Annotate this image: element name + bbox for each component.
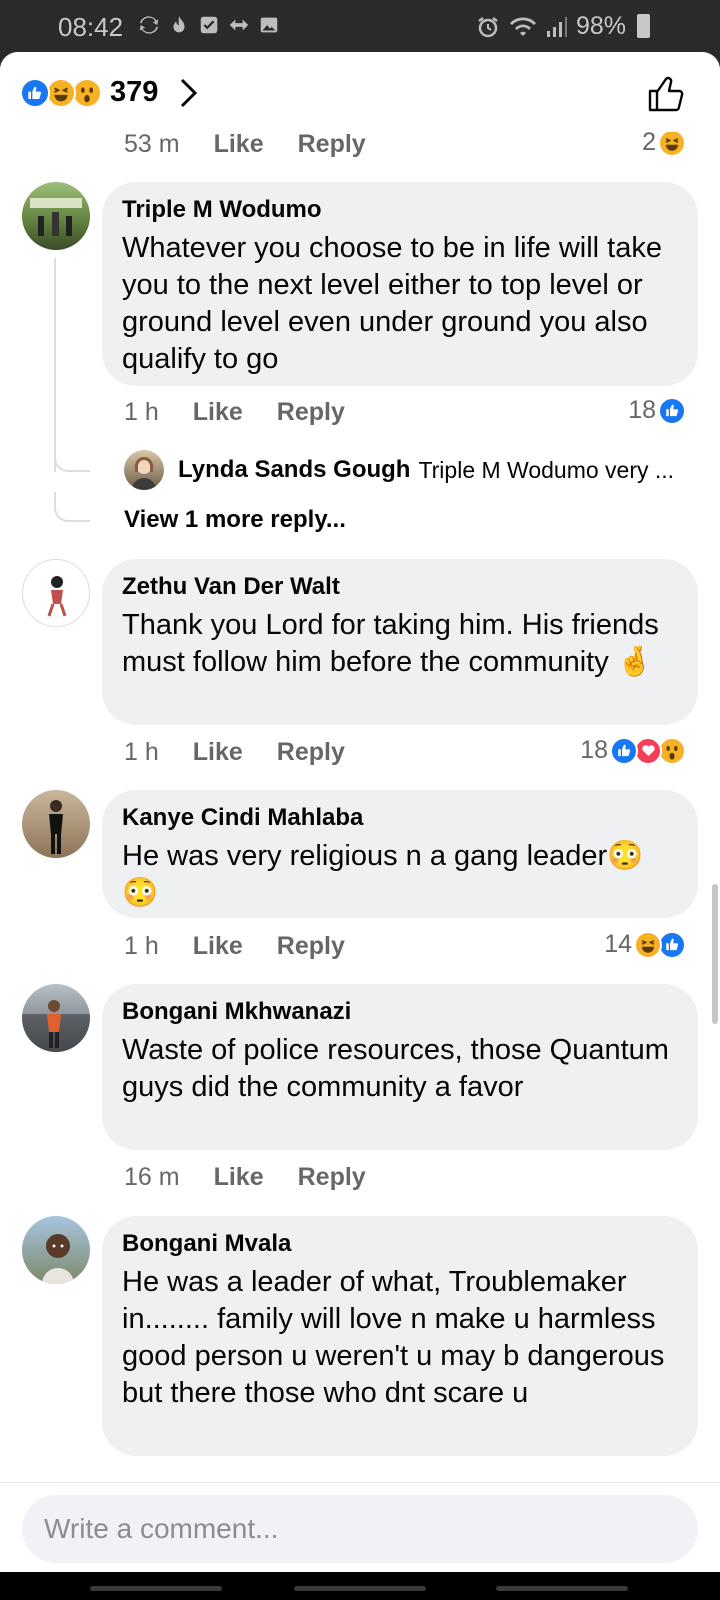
reaction-count[interactable]: 379 (110, 76, 158, 109)
haha-reaction-icon (634, 930, 662, 959)
avatar[interactable] (22, 182, 90, 250)
comment-actions: 1 h Like Reply (124, 932, 379, 961)
comment-bubble: Zethu Van Der Walt Thank you Lord for ta… (102, 559, 698, 725)
like-button[interactable]: Like (214, 130, 264, 159)
scrollbar[interactable] (712, 884, 718, 1024)
wifi-icon (509, 16, 536, 36)
fire-icon (173, 15, 185, 33)
reply-button[interactable]: Reply (277, 398, 345, 427)
comment-time: 16 m (124, 1163, 180, 1191)
haha-reaction-icon (658, 128, 686, 157)
comment-reactions[interactable]: 18 (580, 736, 686, 765)
like-button[interactable]: Like (193, 398, 243, 427)
reply-button[interactable]: Reply (277, 932, 345, 961)
image-icon (260, 17, 278, 33)
comment-composer-bar (0, 1482, 720, 1572)
comment-text: He was very religious n a gang leader😳 😳 (122, 840, 644, 909)
reply-text: Triple M Wodumo very ... (418, 456, 675, 483)
alarm-icon (478, 16, 498, 37)
reaction-summary[interactable] (20, 78, 102, 108)
comments-sheet: 379 53 m Like Reply 2 Triple M Wodumo Wh… (0, 52, 720, 1572)
nav-recents[interactable] (90, 1586, 222, 1591)
love-reaction-icon (634, 736, 662, 765)
comment-composer[interactable] (22, 1495, 698, 1563)
comment-text: He was a leader of what, Troublemaker in… (122, 1266, 665, 1409)
comment-author[interactable]: Bongani Mvala (122, 1230, 678, 1258)
comment-actions: 53 m Like Reply (124, 130, 400, 159)
status-time: 08:42 (58, 12, 124, 42)
comment-text: Whatever you choose to be in life will t… (122, 232, 662, 375)
comment-input[interactable] (22, 1495, 698, 1563)
haha-reaction-icon (46, 78, 76, 108)
comment-actions: 1 h Like Reply (124, 738, 379, 767)
comment-author[interactable]: Zethu Van Der Walt (122, 573, 678, 601)
wow-reaction-icon (658, 736, 686, 765)
comment-author[interactable]: Triple M Wodumo (122, 196, 678, 224)
reaction-count: 14 (604, 930, 632, 958)
thread-line (54, 258, 56, 472)
nav-back[interactable] (496, 1586, 628, 1591)
reaction-count: 18 (580, 736, 608, 764)
comment-bubble: Triple M Wodumo Whatever you choose to b… (102, 182, 698, 386)
comment-author[interactable]: Kanye Cindi Mahlaba (122, 804, 678, 832)
avatar[interactable] (22, 790, 90, 858)
view-more-replies-link[interactable]: View 1 more reply... (124, 506, 346, 534)
like-reaction-icon (658, 396, 686, 425)
wow-reaction-icon (72, 78, 102, 108)
comment-time: 53 m (124, 130, 180, 158)
reply-button[interactable]: Reply (298, 130, 366, 159)
comment-actions: 16 m Like Reply (124, 1163, 400, 1192)
comment-bubble: Kanye Cindi Mahlaba He was very religiou… (102, 790, 698, 918)
system-navigation-bar (0, 1572, 720, 1600)
comment-author[interactable]: Bongani Mkhwanazi (122, 998, 678, 1026)
status-left-icons (138, 14, 280, 36)
signal-icon (546, 16, 567, 37)
comment-actions: 1 h Like Reply (124, 398, 379, 427)
like-reaction-icon (20, 78, 50, 108)
arrows-icon (229, 19, 249, 31)
reply-button[interactable]: Reply (277, 738, 345, 767)
thread-branch (54, 492, 90, 522)
like-button[interactable]: Like (214, 1163, 264, 1192)
like-reaction-icon (658, 930, 686, 959)
comment-reactions[interactable]: 14 (604, 930, 686, 959)
comment-reactions[interactable]: 2 (642, 128, 686, 157)
like-reaction-icon (610, 736, 638, 765)
reactions-header: 379 (0, 52, 720, 132)
comment-text: Waste of police resources, those Quantum… (122, 1034, 669, 1103)
check-box-icon (200, 16, 218, 34)
sync-icon (139, 16, 159, 34)
avatar[interactable] (22, 1216, 90, 1284)
reaction-count: 2 (642, 128, 656, 156)
avatar[interactable] (22, 984, 90, 1052)
comment-time: 1 h (124, 398, 159, 426)
comment-time: 1 h (124, 738, 159, 766)
comment-bubble: Bongani Mvala He was a leader of what, T… (102, 1216, 698, 1456)
comment-reactions[interactable]: 18 (628, 396, 686, 425)
status-bar: 08:42 98% (0, 0, 720, 52)
battery-icon (637, 14, 650, 38)
avatar[interactable] (124, 450, 164, 490)
battery-percentage: 98% (575, 12, 626, 40)
like-button[interactable]: Like (193, 738, 243, 767)
avatar[interactable] (22, 559, 90, 627)
status-right-icons: 98% (476, 12, 652, 41)
reaction-count: 18 (628, 396, 656, 424)
reply-author[interactable]: Lynda Sands Gough (178, 456, 410, 484)
comment-time: 1 h (124, 932, 159, 960)
nav-home[interactable] (294, 1586, 426, 1591)
comment-bubble: Bongani Mkhwanazi Waste of police resour… (102, 984, 698, 1150)
comment-text: Thank you Lord for taking him. His frien… (122, 609, 659, 678)
reply-button[interactable]: Reply (298, 1163, 366, 1192)
chevron-right-icon[interactable] (178, 76, 200, 110)
thread-branch (54, 452, 90, 472)
like-button[interactable]: Like (193, 932, 243, 961)
reply-preview[interactable]: Lynda Sands Gough Triple M Wodumo very .… (124, 450, 674, 490)
like-outline-icon[interactable] (646, 74, 686, 114)
